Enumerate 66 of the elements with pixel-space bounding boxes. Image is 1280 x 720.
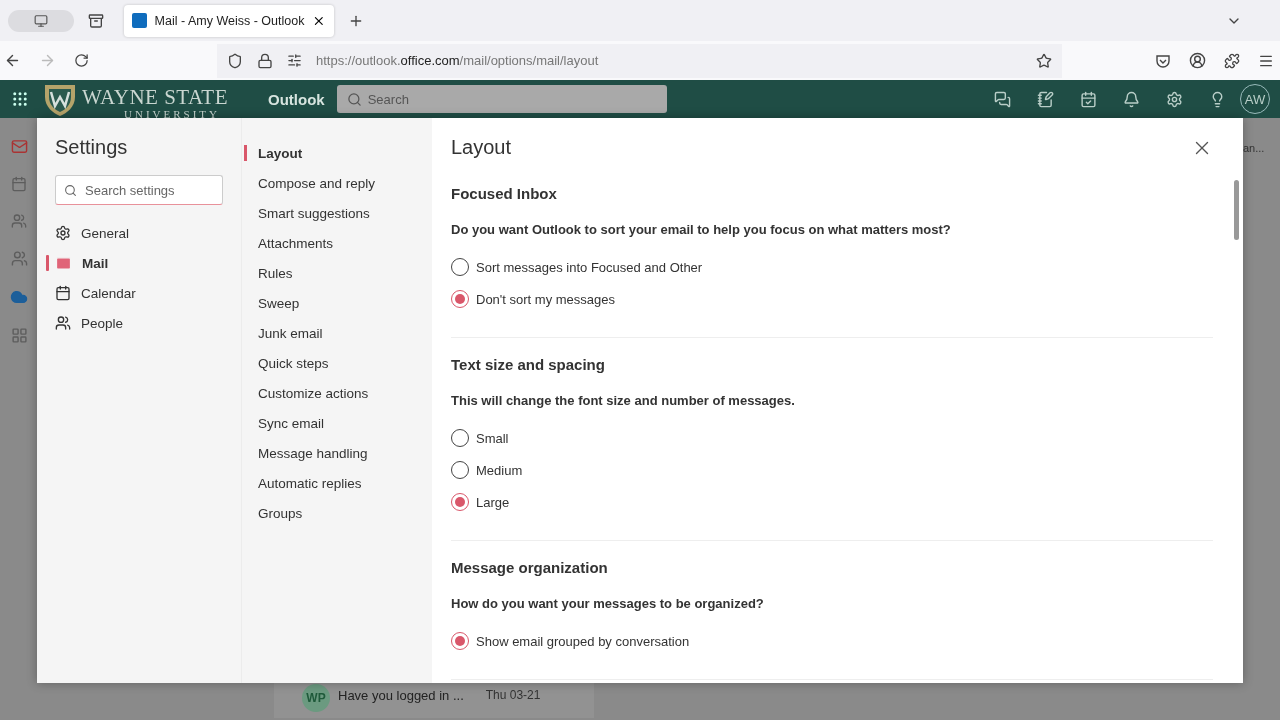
search-icon: [64, 183, 77, 197]
option-label: Medium: [476, 462, 523, 478]
pocket-icon[interactable]: [1155, 52, 1171, 69]
category-item[interactable]: Mail: [46, 248, 223, 278]
message-date: Thu 03-21: [485, 688, 541, 704]
profile-button[interactable]: [8, 9, 74, 32]
section-question: Do you want Outlook to sort your email to help you focus on what matters most?: [451, 222, 952, 237]
message-subject: Have you logged in ...: [338, 688, 464, 705]
people-icon: [55, 315, 71, 331]
option-label: Don't sort my messages: [476, 291, 616, 307]
calendar-check-icon[interactable]: [1080, 90, 1097, 108]
category-item[interactable]: People: [46, 308, 223, 338]
puzzle-icon[interactable]: [1224, 52, 1240, 69]
subsection-item[interactable]: Rules: [244, 262, 432, 284]
section-question: This will change the font size and number of messages.: [451, 393, 796, 408]
reload-icon[interactable]: [74, 53, 89, 68]
calendar-icon: [55, 285, 71, 301]
message-preview: an...: [1243, 142, 1265, 154]
sliders-icon: [287, 53, 302, 68]
option-label: Large: [476, 494, 510, 510]
address-bar[interactable]: https://outlook.office.com/mail/options/mail/layout: [217, 43, 1062, 78]
app-name: Outlook: [268, 90, 325, 108]
page-title: Layout: [451, 136, 512, 159]
university-subtitle: UNIVERSITY: [123, 108, 221, 120]
subsection-item[interactable]: Groups: [244, 502, 432, 524]
bell-icon[interactable]: [1123, 90, 1140, 108]
search-field[interactable]: Search settings: [55, 175, 223, 205]
option-label: Show email grouped by conversation: [476, 633, 690, 649]
subsection-item[interactable]: Message handling: [244, 442, 432, 464]
subsection-item[interactable]: Sync email: [244, 412, 432, 434]
lock-icon: [257, 52, 273, 69]
app-launcher-icon[interactable]: [11, 90, 29, 108]
category-item[interactable]: Calendar: [46, 278, 223, 308]
sender-avatar: WP: [302, 684, 330, 712]
subsection-item[interactable]: Layout: [244, 142, 432, 164]
browser-tab[interactable]: Mail - Amy Weiss - Outlook: [124, 4, 334, 37]
category-item[interactable]: General: [46, 218, 223, 248]
settings-title: Settings: [55, 136, 129, 159]
back-icon[interactable]: [4, 52, 21, 69]
shield-icon: [227, 52, 243, 69]
subsection-item[interactable]: Attachments: [244, 232, 432, 254]
chat-icon[interactable]: [994, 90, 1011, 108]
star-icon[interactable]: [1036, 52, 1052, 69]
subsection-item[interactable]: Customize actions: [244, 382, 432, 404]
subsection-item[interactable]: Quick steps: [244, 352, 432, 374]
subsection-item[interactable]: Junk email: [244, 322, 432, 344]
section-question: How do you want your messages to be organized?: [451, 596, 765, 611]
subsection-item[interactable]: Automatic replies: [244, 472, 432, 494]
option-label: Sort messages into Focused and Other: [476, 259, 703, 275]
account-icon[interactable]: [1189, 52, 1206, 69]
subsection-item[interactable]: Compose and reply: [244, 172, 432, 194]
section-title: Message organization: [451, 559, 609, 576]
section-title: Focused Inbox: [451, 185, 558, 202]
tab-tray-icon[interactable]: [88, 12, 104, 29]
search-icon: [346, 91, 362, 107]
settings-icon[interactable]: [1166, 90, 1183, 108]
subsection-item[interactable]: Sweep: [244, 292, 432, 314]
notebook-icon[interactable]: [1037, 90, 1054, 108]
monitor-icon: [34, 13, 48, 28]
section-title: Text size and spacing: [451, 356, 606, 373]
scrollbar[interactable]: [1234, 180, 1239, 240]
gear-icon: [55, 225, 71, 241]
subsection-item[interactable]: Smart suggestions: [244, 202, 432, 224]
option-label: Small: [476, 430, 509, 446]
outlook-icon: [132, 13, 147, 28]
university-name: WAYNE STATE: [82, 86, 229, 108]
